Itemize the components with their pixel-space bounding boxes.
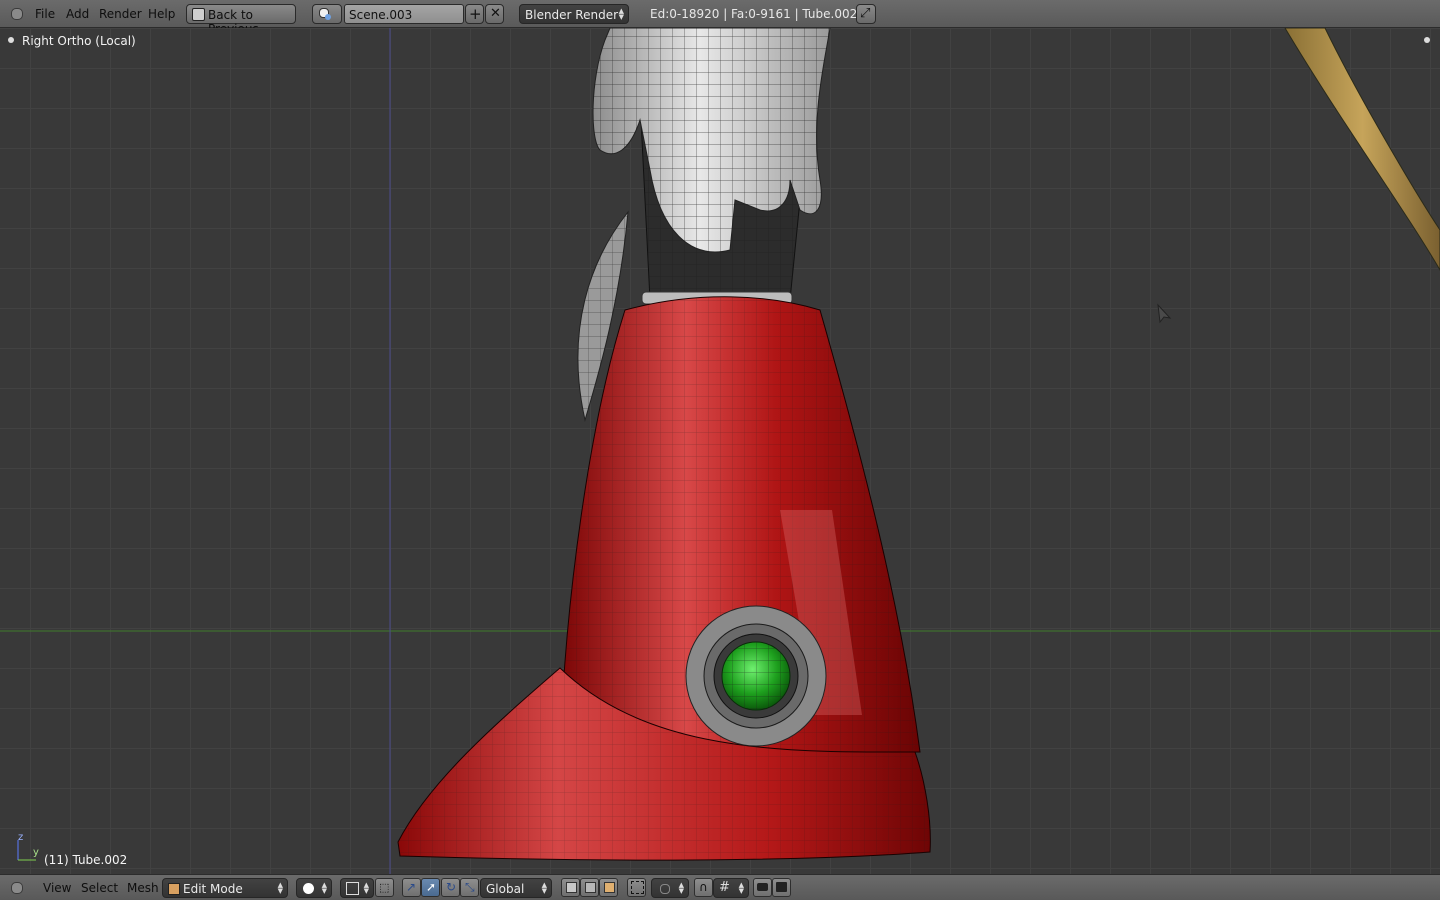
plus-icon: + [469, 5, 482, 23]
active-object-label: (11) Tube.002 [44, 853, 128, 867]
edge-select-icon [585, 882, 596, 893]
updown-icon: ▲ ▼ [363, 881, 369, 895]
add-scene-button[interactable]: + [465, 4, 484, 24]
editor-type-icon-bottom[interactable] [11, 882, 23, 894]
menu-mesh[interactable]: Mesh [127, 881, 159, 895]
fullscreen-toggle-button[interactable]: ⤢ [856, 4, 876, 24]
camera-icon [757, 883, 768, 891]
back-to-previous-button[interactable]: Back to Previous [186, 4, 296, 36]
vertex-select-mode-button[interactable] [561, 878, 580, 897]
menu-help[interactable]: Help [148, 7, 175, 21]
menu-file[interactable]: File [35, 7, 55, 21]
render-engine-value: Blender Render [525, 8, 619, 22]
staff-mesh [1284, 28, 1440, 271]
grid-snap-icon: # [719, 880, 730, 895]
axis-y-label: y [33, 847, 39, 858]
view-options-icon[interactable] [8, 37, 14, 43]
scale-icon: ⤡ [465, 880, 475, 894]
pivot-icon [346, 882, 359, 895]
manipulator-icon: ↗ [406, 880, 417, 894]
back-icon [192, 8, 205, 21]
mode-select[interactable]: Edit Mode ▲ ▼ [162, 878, 288, 898]
magnet-icon: ∩ [699, 880, 708, 894]
menu-add[interactable]: Add [66, 7, 89, 21]
viewport-scene [0, 28, 1440, 874]
rotate-icon: ↻ [446, 880, 457, 894]
updown-icon: ▲ ▼ [678, 881, 684, 895]
updown-icon: ▲ ▼ [321, 881, 327, 895]
scene-icon-dot [325, 14, 331, 20]
transform-orientation-select[interactable]: Global ▲ ▼ [480, 878, 552, 898]
orientation-value: Global [486, 882, 525, 896]
close-icon: ✕ [490, 6, 501, 21]
scene-statistics: Ed:0-18920 | Fa:0-9161 | Tube.002 [650, 7, 858, 21]
vertex-select-icon [566, 882, 577, 893]
face-select-mode-button[interactable] [599, 878, 618, 897]
menu-render[interactable]: Render [99, 7, 142, 21]
menu-select[interactable]: Select [81, 881, 118, 895]
face-select-icon [604, 882, 615, 893]
snap-element-select[interactable]: # ▲ ▼ [713, 878, 749, 898]
menu-view[interactable]: View [43, 881, 71, 895]
scene-browse-button[interactable] [312, 4, 342, 24]
translate-manipulator-button[interactable]: ➚ [421, 878, 440, 897]
centers-icon: ⬚ [379, 881, 390, 894]
limit-selection-icon [631, 881, 644, 894]
updown-icon: ▲ ▼ [738, 881, 744, 895]
editor-type-icon[interactable] [11, 8, 23, 20]
viewport-shading-select[interactable]: ▲ ▼ [296, 878, 332, 898]
rotate-manipulator-button[interactable]: ↻ [441, 878, 460, 897]
delete-scene-button[interactable]: ✕ [485, 4, 504, 24]
region-toggle-icon[interactable] [1424, 37, 1430, 43]
opengl-animation-button[interactable] [772, 878, 791, 897]
manipulate-centers-button[interactable]: ⬚ [375, 878, 394, 897]
mouse-cursor [1157, 303, 1172, 324]
opengl-render-button[interactable] [753, 878, 772, 897]
pivot-point-select[interactable]: ▲ ▼ [340, 878, 374, 898]
updown-icon: ▲ ▼ [618, 7, 624, 21]
updown-icon: ▲ ▼ [541, 881, 547, 895]
scene-name-field[interactable]: Scene.003 [344, 4, 464, 24]
mode-value: Edit Mode [183, 882, 243, 896]
translate-icon: ➚ [426, 880, 437, 894]
scene-name: Scene.003 [349, 8, 413, 22]
top-header: File Add Render Help Back to Previous Sc… [0, 0, 1440, 36]
axis-z-label: z [18, 832, 24, 843]
clapperboard-icon [776, 882, 787, 892]
edge-select-mode-button[interactable] [580, 878, 599, 897]
maximize-icon: ⤢ [860, 6, 871, 21]
proportional-icon [660, 884, 670, 894]
limit-selection-visible-button[interactable] [627, 878, 646, 897]
view-label: Right Ortho (Local) [22, 34, 136, 48]
manipulator-toggle-button[interactable]: ↗ [402, 878, 421, 897]
solid-shading-icon [303, 883, 314, 894]
updown-icon: ▲ ▼ [277, 881, 283, 895]
scale-manipulator-button[interactable]: ⤡ [460, 878, 479, 897]
bottom-header: View Select Mesh Edit Mode ▲ ▼ ▲ ▼ ▲ ▼ ⬚ ↗ … [0, 874, 1440, 900]
render-engine-select[interactable]: Blender Render ▲ ▼ [519, 4, 629, 24]
edit-mode-icon [168, 883, 180, 895]
3d-viewport[interactable]: Right Ortho (Local) z y (11) Tube.002 [0, 28, 1440, 874]
snap-toggle-button[interactable]: ∩ [694, 878, 713, 897]
proportional-editing-select[interactable]: ▲ ▼ [651, 878, 689, 898]
